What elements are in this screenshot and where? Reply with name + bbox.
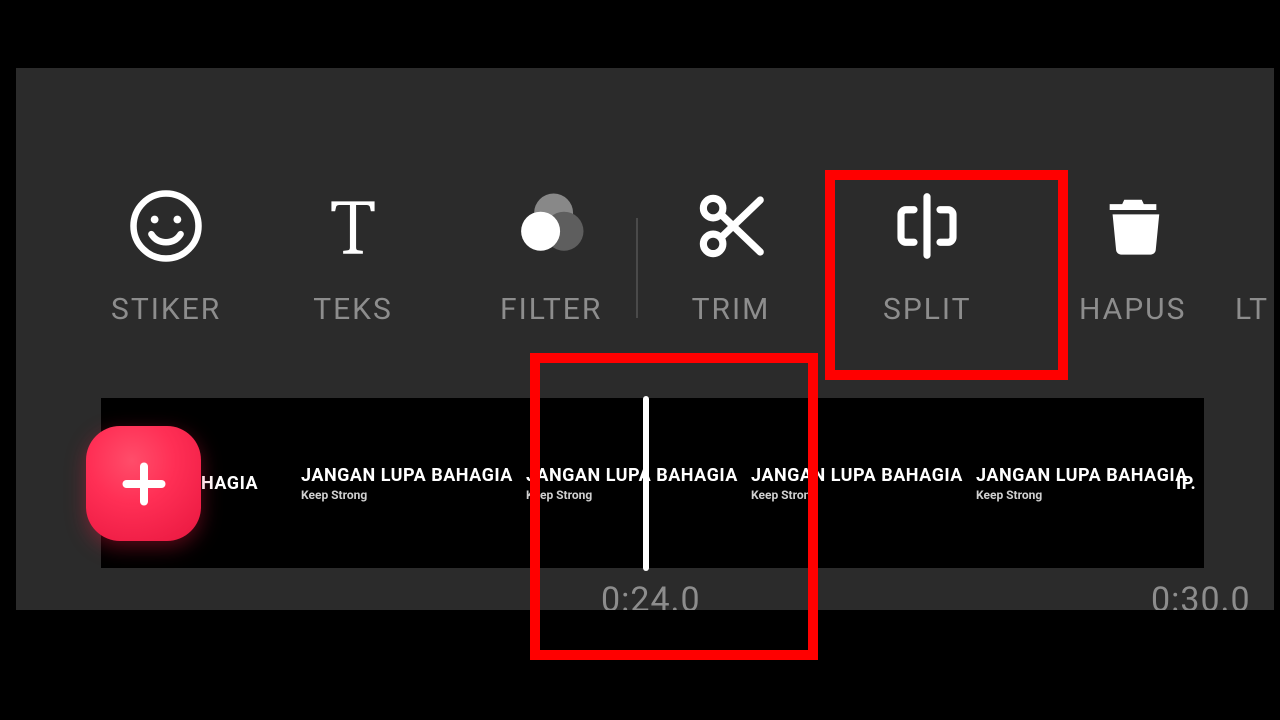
time-current: 0:24.0	[601, 580, 701, 610]
teks-button[interactable]: TEKS	[313, 186, 393, 327]
app-canvas: STIKER TEKS FILTER TRIM SPLIT	[0, 0, 1280, 720]
clip[interactable]: JANGAN LUPA BAHAGIA Keep Strong	[301, 398, 521, 568]
trim-label: TRIM	[692, 292, 771, 327]
filter-icon	[511, 186, 591, 266]
split-button[interactable]: SPLIT	[883, 186, 972, 327]
clip[interactable]: JANGAN LUPA BAHAGIA Keep Strong	[751, 398, 971, 568]
blank-icon	[1226, 186, 1274, 266]
hapus-label: HAPUS	[1079, 292, 1186, 327]
plus-icon	[114, 454, 174, 514]
split-icon	[887, 186, 967, 266]
split-label: SPLIT	[883, 292, 972, 327]
smiley-icon	[126, 186, 206, 266]
stiker-button[interactable]: STIKER	[111, 186, 221, 327]
time-end: 0:30.0	[1151, 580, 1251, 610]
clip-fragment[interactable]: IP.	[1176, 398, 1206, 568]
stiker-label: STIKER	[111, 292, 221, 327]
add-media-button[interactable]	[86, 426, 201, 541]
timeline-track[interactable]: HAGIA JANGAN LUPA BAHAGIA Keep Strong JA…	[101, 398, 1204, 568]
filter-label: FILTER	[500, 292, 602, 327]
clip[interactable]: JANGAN LUPA BAHAGIA Keep Strong	[526, 398, 746, 568]
clip[interactable]: JANGAN LUPA BAHAGIA Keep Strong	[976, 398, 1196, 568]
timeline-playhead[interactable]	[643, 396, 649, 571]
toolbar-separator	[636, 218, 638, 318]
hapus-button[interactable]: HAPUS	[1079, 186, 1186, 327]
lt-e-button[interactable]: LT E	[1226, 186, 1274, 327]
scissors-icon	[691, 186, 771, 266]
trim-button[interactable]: TRIM	[691, 186, 771, 327]
trash-icon	[1093, 186, 1173, 266]
text-icon	[313, 186, 393, 266]
clip-fragment[interactable]: HAGIA	[201, 398, 271, 568]
lt-e-label: LT E	[1235, 292, 1274, 327]
editor-panel: STIKER TEKS FILTER TRIM SPLIT	[16, 68, 1274, 610]
teks-label: TEKS	[313, 292, 393, 327]
filter-button[interactable]: FILTER	[500, 186, 602, 327]
